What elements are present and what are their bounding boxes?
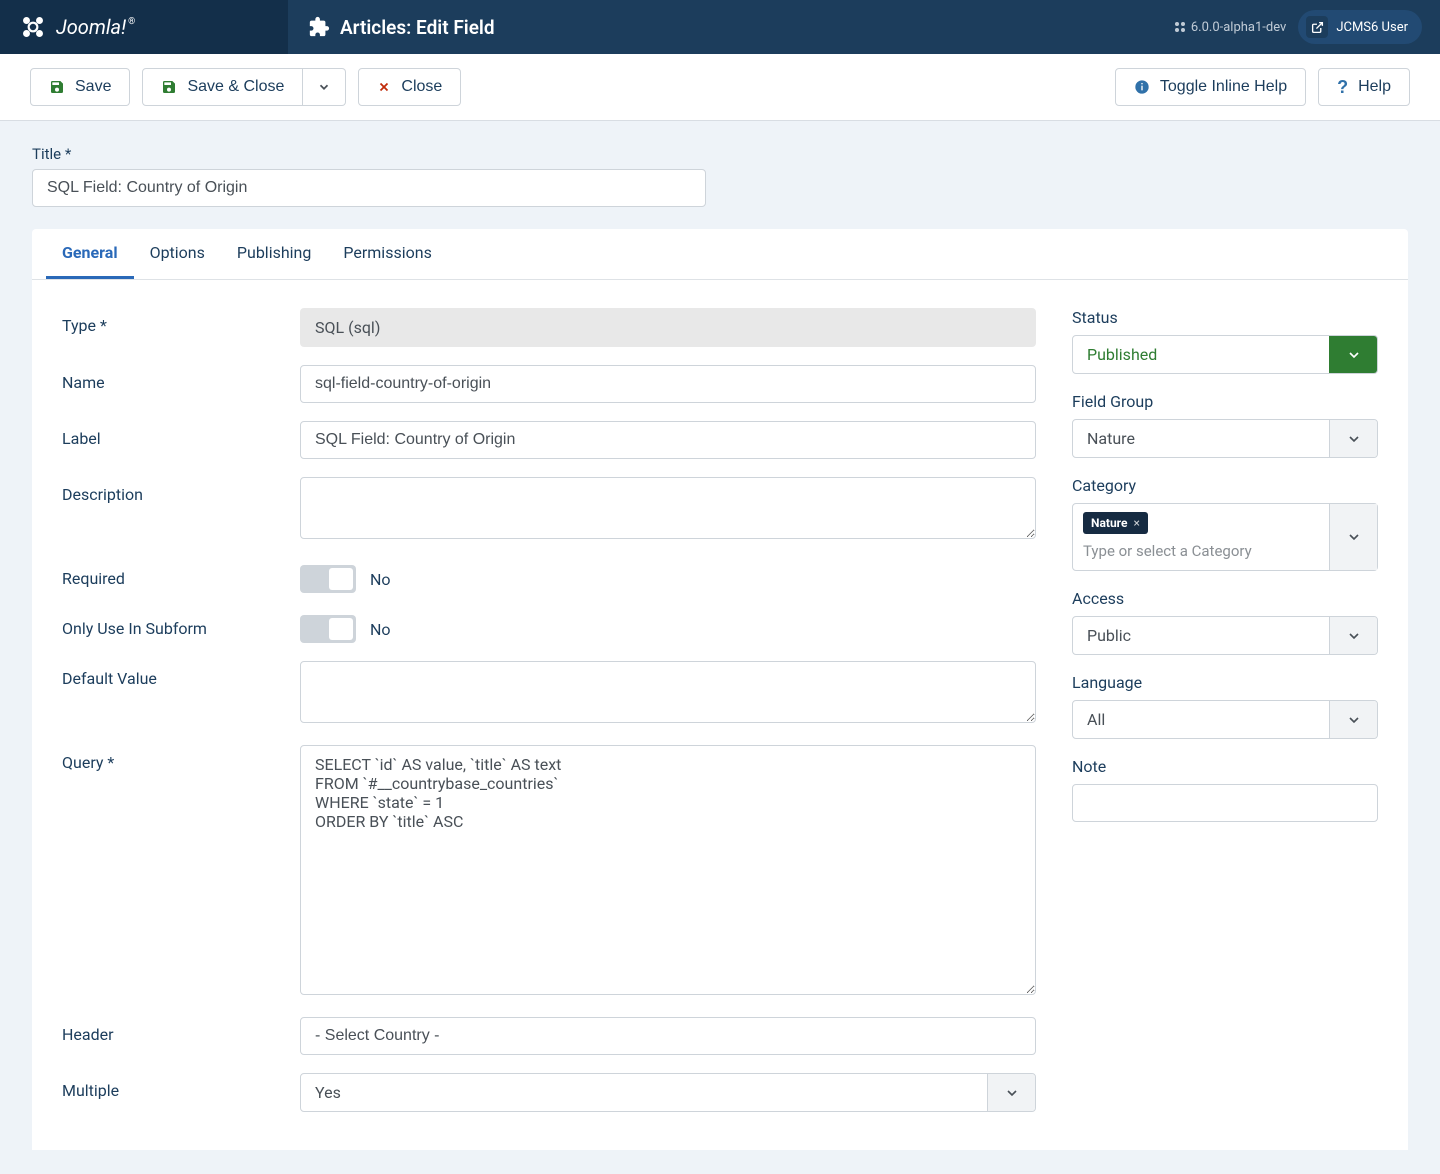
- note-input[interactable]: [1072, 784, 1378, 822]
- version-tag[interactable]: 6.0.0-alpha1-dev: [1174, 20, 1286, 35]
- joomla-mini-icon: [1174, 21, 1186, 33]
- row-name: Name: [62, 365, 1036, 403]
- row-description: Description: [62, 477, 1036, 543]
- category-select[interactable]: Nature × Type or select a Category: [1072, 503, 1378, 571]
- info-icon: [1134, 79, 1150, 95]
- page-title-area: Articles: Edit Field: [288, 16, 1156, 39]
- save-icon: [49, 79, 65, 95]
- header-input[interactable]: [300, 1017, 1036, 1055]
- group-note: Note: [1072, 757, 1378, 822]
- chevron-down-icon: [987, 1074, 1035, 1111]
- subform-value: No: [370, 620, 391, 639]
- row-subform: Only Use In Subform No: [62, 611, 1036, 643]
- group-access: Access Public: [1072, 589, 1378, 655]
- label-input[interactable]: [300, 421, 1036, 459]
- toggle-inline-help-button[interactable]: Toggle Inline Help: [1115, 68, 1306, 106]
- group-field-group: Field Group Nature: [1072, 392, 1378, 458]
- form-panel: General Options Publishing Permissions T…: [32, 229, 1408, 1150]
- group-status: Status Published: [1072, 308, 1378, 374]
- multiple-select[interactable]: Yes: [300, 1073, 1036, 1112]
- name-input[interactable]: [300, 365, 1036, 403]
- chevron-down-icon: [1329, 504, 1377, 570]
- subform-toggle[interactable]: [300, 615, 356, 643]
- row-label: Label: [62, 421, 1036, 459]
- tab-publishing[interactable]: Publishing: [221, 229, 327, 279]
- category-chip[interactable]: Nature ×: [1083, 512, 1148, 534]
- title-input[interactable]: [32, 169, 706, 207]
- status-select[interactable]: Published: [1072, 335, 1378, 374]
- chevron-down-icon: [1329, 336, 1377, 373]
- toolbar: Save Save & Close Close Toggle Inline He…: [0, 54, 1440, 121]
- required-value: No: [370, 570, 391, 589]
- save-close-group: Save & Close: [142, 68, 346, 106]
- form-body: Type * SQL (sql) Name Label Description …: [32, 280, 1408, 1130]
- header-right: 6.0.0-alpha1-dev JCMS6 User: [1156, 10, 1440, 44]
- title-label: Title *: [32, 145, 1408, 163]
- close-button[interactable]: Close: [358, 68, 461, 106]
- tabs: General Options Publishing Permissions: [32, 229, 1408, 280]
- form-side-column: Status Published Field Group Nature: [1072, 308, 1378, 1130]
- brand-text: Joomla!: [56, 15, 126, 39]
- chevron-down-icon: [1329, 420, 1377, 457]
- save-dropdown-button[interactable]: [303, 68, 346, 106]
- row-type: Type * SQL (sql): [62, 308, 1036, 347]
- page-title: Articles: Edit Field: [340, 16, 495, 39]
- chevron-down-icon: [1329, 617, 1377, 654]
- required-toggle[interactable]: [300, 565, 356, 593]
- user-menu[interactable]: JCMS6 User: [1298, 10, 1422, 44]
- row-query: Query *: [62, 745, 1036, 999]
- save-close-button[interactable]: Save & Close: [142, 68, 303, 106]
- puzzle-icon: [308, 16, 330, 38]
- description-textarea[interactable]: [300, 477, 1036, 539]
- chevron-down-icon: [1329, 701, 1377, 738]
- query-textarea[interactable]: [300, 745, 1036, 995]
- row-multiple: Multiple Yes: [62, 1073, 1036, 1112]
- question-icon: ?: [1337, 80, 1348, 94]
- tab-options[interactable]: Options: [134, 229, 221, 279]
- app-header: Joomla! ® Articles: Edit Field 6.0.0-alp…: [0, 0, 1440, 54]
- user-name: JCMS6 User: [1336, 20, 1408, 35]
- remove-chip-icon[interactable]: ×: [1133, 516, 1139, 530]
- brand-area[interactable]: Joomla! ®: [0, 0, 288, 54]
- field-group-select[interactable]: Nature: [1072, 419, 1378, 458]
- save-button[interactable]: Save: [30, 68, 130, 106]
- main-container: Title * General Options Publishing Permi…: [0, 121, 1440, 1174]
- group-language: Language All: [1072, 673, 1378, 739]
- group-category: Category Nature × Type or select a Categ…: [1072, 476, 1378, 571]
- language-select[interactable]: All: [1072, 700, 1378, 739]
- save-icon: [161, 79, 177, 95]
- type-field: SQL (sql): [300, 308, 1036, 347]
- help-button[interactable]: ? Help: [1318, 68, 1410, 106]
- tab-permissions[interactable]: Permissions: [327, 229, 447, 279]
- row-required: Required No: [62, 561, 1036, 593]
- category-placeholder: Type or select a Category: [1083, 534, 1319, 560]
- chevron-down-icon: [317, 80, 331, 94]
- close-icon: [377, 80, 391, 94]
- row-header: Header: [62, 1017, 1036, 1055]
- form-main-column: Type * SQL (sql) Name Label Description …: [62, 308, 1036, 1130]
- row-default-value: Default Value: [62, 661, 1036, 727]
- default-value-textarea[interactable]: [300, 661, 1036, 723]
- joomla-logo-icon: [20, 14, 46, 40]
- tab-general[interactable]: General: [46, 229, 134, 279]
- external-link-icon: [1306, 16, 1328, 38]
- access-select[interactable]: Public: [1072, 616, 1378, 655]
